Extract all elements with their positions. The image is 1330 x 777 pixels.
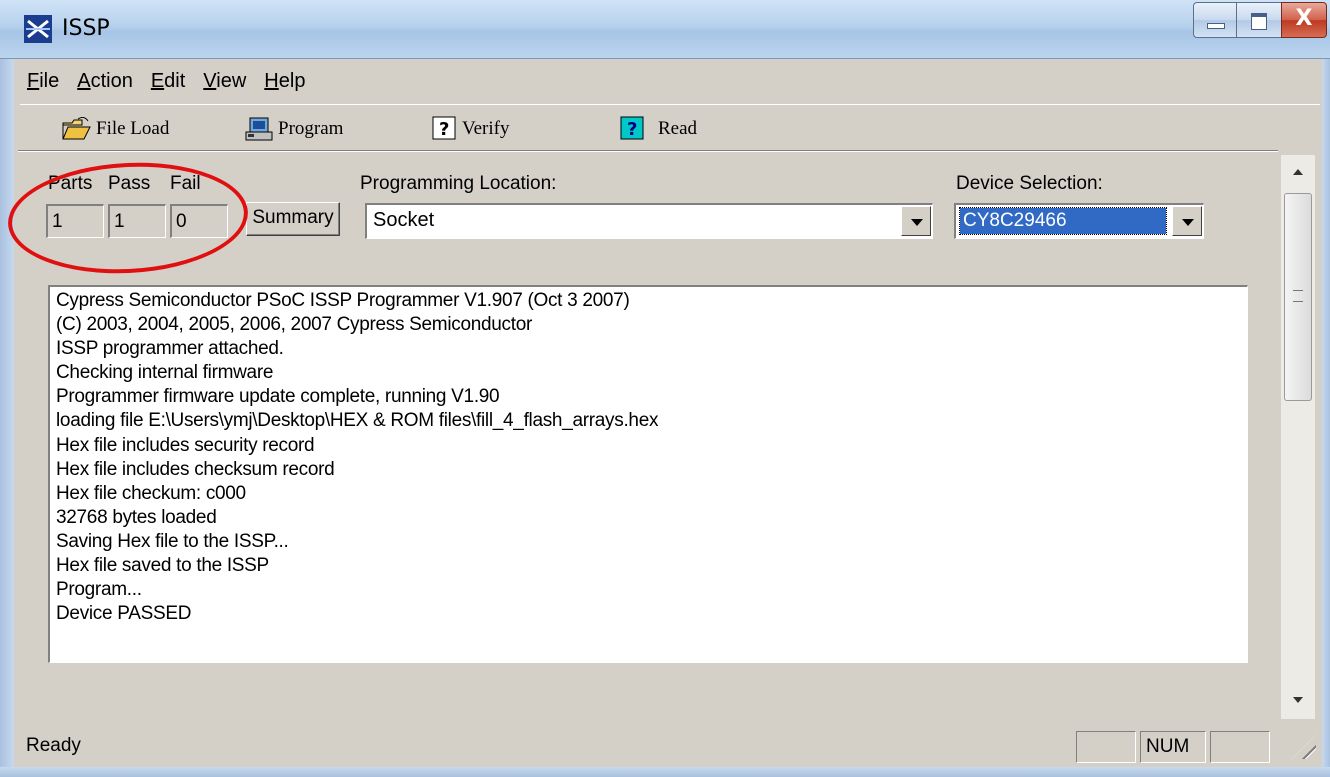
programming-location-value: Socket xyxy=(373,209,435,231)
chevron-down-icon xyxy=(1182,219,1194,226)
status-pane-num: NUM xyxy=(1140,731,1206,763)
log-line: Device PASSED xyxy=(56,603,192,625)
menu-help-label: elp xyxy=(278,70,306,92)
log-line: Hex file includes security record xyxy=(56,434,315,456)
menu-bar: File Action Edit View Help xyxy=(18,62,314,100)
grip-icon xyxy=(1293,290,1303,302)
menu-action-mnemonic: A xyxy=(77,70,91,92)
log-line: Program... xyxy=(56,579,142,601)
menu-view-mnemonic: V xyxy=(203,70,217,92)
status-bar: Ready NUM xyxy=(20,723,1320,763)
output-log[interactable]: Cypress Semiconductor PSoC ISSP Programm… xyxy=(48,285,1248,663)
log-line: ISSP programmer attached. xyxy=(56,338,284,360)
file-load-label: File Load xyxy=(96,118,170,139)
program-button[interactable]: Program xyxy=(244,113,343,145)
vertical-scrollbar[interactable] xyxy=(1281,155,1315,719)
verify-question-icon: ? xyxy=(432,116,456,140)
menu-view[interactable]: View xyxy=(194,62,255,100)
log-line: Checking internal firmware xyxy=(56,362,274,384)
scroll-down-button[interactable] xyxy=(1281,683,1315,719)
status-pane-scroll xyxy=(1210,731,1270,763)
menu-action[interactable]: Action xyxy=(68,62,142,100)
svg-text:?: ? xyxy=(627,119,637,140)
menu-edit-mnemonic: E xyxy=(150,70,165,92)
program-chip-icon xyxy=(245,117,273,141)
resize-grip-icon[interactable] xyxy=(1292,735,1316,759)
menu-file[interactable]: File xyxy=(18,62,68,100)
toolbar: File Load Program ? Verify ? Read xyxy=(20,104,1320,149)
window-title: ISSP xyxy=(62,16,110,41)
minimize-icon xyxy=(1207,23,1225,29)
status-text: Ready xyxy=(26,735,81,756)
scroll-up-button[interactable] xyxy=(1281,155,1315,191)
window-frame-right xyxy=(1322,58,1330,777)
title-bar[interactable]: ISSP X xyxy=(0,0,1330,59)
log-line: (C) 2003, 2004, 2005, 2006, 2007 Cypress… xyxy=(56,314,532,336)
menu-edit-label: dit xyxy=(164,70,186,92)
programming-location-dropdown-button[interactable] xyxy=(901,206,931,236)
device-selection-label: Device Selection: xyxy=(956,173,1103,194)
arrow-up-icon xyxy=(1293,169,1303,175)
verify-label: Verify xyxy=(462,118,510,139)
issp-window: ISSP X File Action Edit View Help File L… xyxy=(0,0,1330,777)
arrow-down-icon xyxy=(1293,697,1303,703)
log-line: 32768 bytes loaded xyxy=(56,506,217,528)
menu-file-label: ile xyxy=(39,70,60,92)
svg-text:?: ? xyxy=(439,119,449,140)
window-frame-bottom xyxy=(0,767,1330,777)
read-label: Read xyxy=(658,118,698,139)
program-label: Program xyxy=(278,118,344,139)
menu-view-label: iew xyxy=(216,70,247,92)
menu-help-mnemonic: H xyxy=(264,70,279,92)
device-selection-select[interactable]: CY8C29466 xyxy=(954,203,1204,239)
window-frame-left xyxy=(0,58,14,777)
programming-location-label: Programming Location: xyxy=(360,173,557,194)
log-line: Hex file includes checksum record xyxy=(56,458,335,480)
device-selection-dropdown-button[interactable] xyxy=(1172,206,1202,236)
summary-button[interactable]: Summary xyxy=(246,202,340,236)
minimize-button[interactable] xyxy=(1193,2,1237,38)
scroll-thumb[interactable] xyxy=(1284,193,1312,401)
log-line: loading file E:\Users\ymj\Desktop\HEX & … xyxy=(56,410,659,432)
maximize-button[interactable] xyxy=(1236,2,1282,38)
log-line: Saving Hex file to the ISSP... xyxy=(56,530,289,552)
menu-action-label: ction xyxy=(90,70,133,92)
menu-edit[interactable]: Edit xyxy=(142,62,194,100)
device-selection-value: CY8C29466 xyxy=(959,207,1167,235)
verify-button[interactable]: ? Verify xyxy=(432,113,509,145)
close-icon: X xyxy=(1295,6,1313,31)
chevron-down-icon xyxy=(911,219,923,226)
close-button[interactable]: X xyxy=(1281,2,1327,38)
programming-location-select[interactable]: Socket xyxy=(365,203,933,239)
read-question-icon: ? xyxy=(620,116,644,140)
maximize-icon xyxy=(1251,13,1267,30)
file-load-button[interactable]: File Load xyxy=(62,113,169,145)
menu-file-mnemonic: F xyxy=(27,70,40,92)
log-line: Hex file checkum: c000 xyxy=(56,482,246,504)
log-lines: Cypress Semiconductor PSoC ISSP Programm… xyxy=(56,289,658,626)
log-line: Programmer firmware update complete, run… xyxy=(56,386,500,408)
log-line: Cypress Semiconductor PSoC ISSP Programm… xyxy=(56,290,630,311)
open-folder-icon xyxy=(62,117,91,140)
issp-app-icon xyxy=(24,15,52,43)
read-button[interactable]: ? Read xyxy=(620,113,697,145)
status-pane-caps xyxy=(1076,731,1136,763)
menu-help[interactable]: Help xyxy=(255,62,314,100)
toolbar-separator xyxy=(18,150,1278,152)
log-line: Hex file saved to the ISSP xyxy=(56,555,269,577)
